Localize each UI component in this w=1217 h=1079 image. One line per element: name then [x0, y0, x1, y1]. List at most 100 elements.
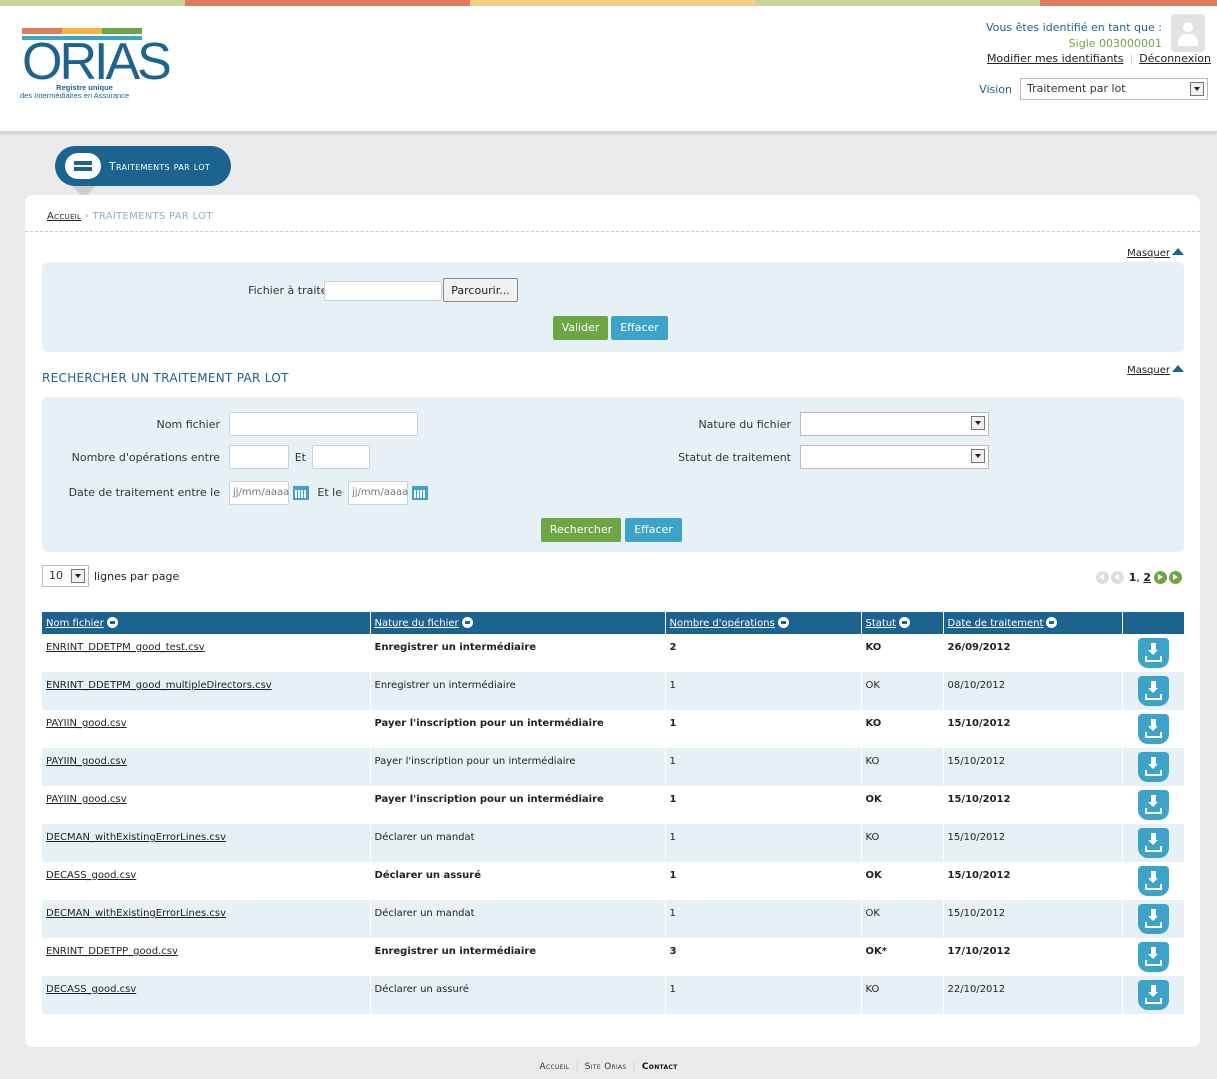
download-icon[interactable]	[1137, 676, 1169, 706]
nature-cell: Déclarer un mandat	[370, 900, 666, 938]
download-icon[interactable]	[1137, 828, 1169, 858]
date-from-input[interactable]: jj/mm/aaaa	[229, 481, 289, 505]
download-icon[interactable]	[1137, 638, 1169, 668]
ops-cell: 1	[665, 824, 862, 862]
download-icon[interactable]	[1137, 980, 1169, 1010]
calendar-icon[interactable]	[293, 486, 309, 500]
status-cell-text: KO	[865, 642, 882, 653]
hide-upload-toggle[interactable]: Masquer	[1127, 248, 1184, 259]
file-name-link[interactable]: PAYIIN_good.csv	[46, 794, 127, 805]
sort-icon	[1046, 617, 1058, 628]
calendar-icon[interactable]	[412, 486, 428, 500]
status-cell: KO	[861, 634, 944, 672]
date-cell: 26/09/2012	[943, 634, 1123, 672]
statut-select[interactable]	[800, 445, 989, 469]
clear-upload-button[interactable]: Effacer	[611, 316, 668, 340]
ops-cell-text: 1	[669, 984, 676, 995]
page-2-link[interactable]: 2	[1143, 571, 1151, 584]
nature-cell: Payer l'inscription pour un intermédiair…	[370, 748, 666, 786]
download-icon[interactable]	[1137, 752, 1169, 782]
prev-page-icon[interactable]	[1110, 571, 1124, 584]
file-name-link[interactable]: DECASS_good.csv	[46, 984, 136, 995]
date-cell-text: 17/10/2012	[947, 946, 1011, 957]
file-name-link[interactable]: PAYIIN_good.csv	[46, 756, 127, 767]
sort-icon	[461, 617, 473, 628]
nature-cell: Enregistrer un intermédiaire	[370, 672, 666, 710]
logo-subtitle-2: des Intermédiaires en Assurance	[20, 91, 130, 100]
browse-button[interactable]: Parcourir...	[443, 278, 518, 302]
batch-processing-icon	[65, 153, 101, 179]
download-cell	[1122, 862, 1184, 900]
validate-button[interactable]: Valider	[553, 316, 608, 340]
clear-search-button[interactable]: Effacer	[625, 518, 682, 542]
ops-cell-text: 2	[669, 642, 677, 653]
header-statut[interactable]: Statut	[861, 612, 944, 634]
header-nature[interactable]: Nature du fichier	[370, 612, 666, 634]
search-section-title: RECHERCHER UN TRAITEMENT PAR LOT	[42, 371, 289, 385]
status-cell: KO	[861, 748, 944, 786]
header-date[interactable]: Date de traitement	[943, 612, 1123, 634]
download-icon[interactable]	[1137, 790, 1169, 820]
download-icon[interactable]	[1137, 866, 1169, 896]
download-icon[interactable]	[1137, 714, 1169, 744]
last-page-icon[interactable]	[1169, 571, 1182, 584]
pagination: 1, 2	[1095, 571, 1184, 584]
status-cell-text: KO	[865, 832, 880, 843]
header-nb-ops[interactable]: Nombre d'opérations	[665, 612, 862, 634]
nb-ops-label: Nombre d'opérations entre	[71, 451, 220, 464]
file-name-link[interactable]: ENRINT_DDETPM_good_multipleDirectors.csv	[46, 680, 272, 691]
chevron-down-icon	[971, 416, 985, 430]
modify-credentials-link[interactable]: Modifier mes identifiants	[987, 52, 1124, 65]
ops-cell: 1	[665, 900, 862, 938]
date-to-input[interactable]: jj/mm/aaaa	[348, 481, 408, 505]
file-input[interactable]	[324, 281, 442, 301]
status-cell-text: OK	[865, 680, 880, 691]
nature-cell-text: Payer l'inscription pour un intermédiair…	[374, 718, 604, 729]
date-cell: 15/10/2012	[943, 824, 1123, 862]
identity-block: Vous êtes identifié en tant que : Sigle …	[986, 20, 1162, 52]
file-name-cell: DECASS_good.csv	[42, 976, 371, 1014]
nature-cell-text: Payer l'inscription pour un intermédiair…	[374, 756, 576, 767]
orias-logo[interactable]: ORIAS Registre unique des Intermédiaires…	[20, 28, 172, 108]
file-name-link[interactable]: PAYIIN_good.csv	[46, 718, 127, 729]
search-button[interactable]: Rechercher	[541, 518, 621, 542]
file-name-link[interactable]: ENRINT_DDETPM_good_test.csv	[46, 642, 205, 653]
header-nom-fichier[interactable]: Nom fichier	[42, 612, 371, 634]
ops-cell-text: 1	[669, 832, 676, 843]
breadcrumb-current: TRAITEMENTS PAR LOT	[92, 211, 213, 222]
search-form: Nom fichier Nombre d'opérations entre Et…	[42, 397, 1184, 552]
lines-per-page-select[interactable]: 10	[42, 565, 89, 587]
nom-fichier-input[interactable]	[229, 412, 418, 436]
file-name-link[interactable]: DECASS_good.csv	[46, 870, 136, 881]
next-page-icon[interactable]	[1154, 571, 1167, 584]
footer-contact-link[interactable]: Contact	[642, 1062, 678, 1072]
file-name-link[interactable]: DECMAN_withExistingErrorLines.csv	[46, 832, 226, 843]
file-label: Fichier à traiter	[248, 284, 332, 297]
footer-site-link[interactable]: Site Orias	[585, 1062, 627, 1072]
download-icon[interactable]	[1137, 904, 1169, 934]
file-name-link[interactable]: DECMAN_withExistingErrorLines.csv	[46, 908, 226, 919]
ops-cell-text: 1	[669, 794, 677, 805]
status-cell-text: OK*	[865, 946, 887, 957]
ops-cell-text: 1	[669, 870, 677, 881]
download-cell	[1122, 976, 1184, 1014]
nature-select[interactable]	[800, 412, 989, 436]
footer-home-link[interactable]: Accueil	[540, 1062, 570, 1072]
table-header-row: Nom fichier Nature du fichier Nombre d'o…	[42, 612, 1184, 634]
breadcrumb-home[interactable]: Accueil	[47, 211, 81, 222]
chevron-down-icon	[971, 449, 985, 463]
date-cell: 15/10/2012	[943, 748, 1123, 786]
logout-link[interactable]: Déconnexion	[1139, 52, 1211, 65]
file-name-link[interactable]: ENRINT_DDETPP_good.csv	[46, 946, 178, 957]
first-page-icon[interactable]	[1095, 571, 1109, 584]
vision-label: Vision	[979, 82, 1012, 96]
hide-search-toggle[interactable]: Masquer	[1127, 365, 1184, 376]
nature-cell-text: Enregistrer un intermédiaire	[374, 642, 537, 653]
nb-ops-max-input[interactable]	[312, 445, 370, 469]
nb-ops-min-input[interactable]	[229, 445, 289, 469]
vision-select[interactable]: Traitement par lot	[1020, 78, 1208, 100]
user-icon	[1171, 14, 1205, 52]
footer: Accueil | Site Orias | Contact	[539, 1062, 678, 1072]
download-icon[interactable]	[1137, 942, 1169, 972]
ops-cell: 2	[665, 634, 862, 672]
